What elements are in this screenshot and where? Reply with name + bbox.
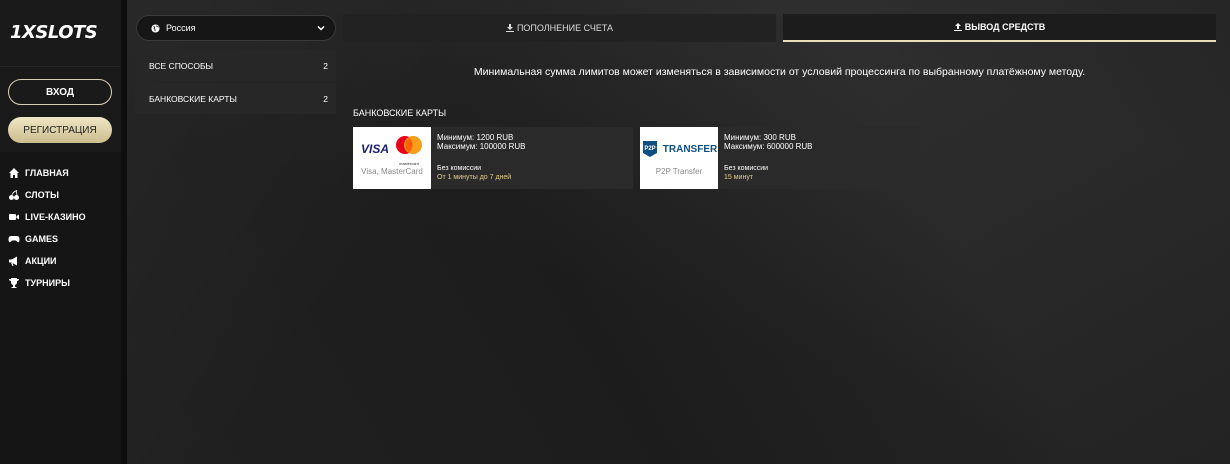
megaphone-icon <box>9 256 17 266</box>
max-amount: Максимум: 100000 RUB <box>437 142 526 151</box>
cherries-icon <box>9 190 19 200</box>
visa-mastercard-logo: VISA mastercard <box>361 131 423 167</box>
nav-item-label: СЛОТЫ <box>25 190 59 200</box>
nav-item-live-casino[interactable]: LIVE-КАЗИНО <box>0 206 121 228</box>
visa-logo: VISA <box>360 142 389 156</box>
trophy-icon <box>9 278 19 288</box>
nav-item-slots[interactable]: СЛОТЫ <box>0 184 121 206</box>
sidebar: 1XSLOTS ВХОД РЕГИСТРАЦИЯ ГЛАВНАЯ СЛОТЫ L… <box>0 0 121 464</box>
mastercard-logo: mastercard <box>395 135 423 166</box>
home-icon <box>9 168 19 178</box>
upload-icon <box>953 23 962 31</box>
card-info: Минимум: 1200 RUB Максимум: 100000 RUB Б… <box>437 133 526 182</box>
card-logo: P2P TRANSFER P2P Transfer <box>640 127 718 189</box>
limits-notice: Минимальная сумма лимитов может изменять… <box>473 66 1086 78</box>
card-logo: VISA mastercard Visa, MasterCard <box>353 127 431 189</box>
nav-item-label: ТУРНИРЫ <box>25 278 70 288</box>
nav-item-promotions[interactable]: АКЦИИ <box>0 250 121 272</box>
tab-withdraw[interactable]: ВЫВОД СРЕДСТВ <box>783 14 1216 42</box>
card-caption: P2P Transfer <box>655 167 703 176</box>
card-caption: Visa, MasterCard <box>361 167 423 176</box>
min-amount: Минимум: 300 RUB <box>724 133 796 142</box>
method-item-all[interactable]: ВСЕ СПОСОБЫ 2 <box>135 50 336 81</box>
section-title: БАНКОВСКИЕ КАРТЫ <box>353 108 447 118</box>
country-select[interactable]: Россия <box>136 15 336 41</box>
nav-item-tournaments[interactable]: ТУРНИРЫ <box>0 272 121 294</box>
p2p-transfer-logo: P2P TRANSFER <box>641 131 717 167</box>
transfer-wordmark: TRANSFER <box>662 143 718 155</box>
card-info: Минимум: 300 RUB Максимум: 600000 RUB Бе… <box>724 133 813 182</box>
nav-item-label: LIVE-КАЗИНО <box>25 212 86 222</box>
fee-text: Без комиссии <box>724 165 769 172</box>
nav-item-label: ГЛАВНАЯ <box>25 168 69 178</box>
method-count: 2 <box>323 60 328 71</box>
globe-icon <box>151 23 160 33</box>
method-label: ВСЕ СПОСОБЫ <box>149 60 214 71</box>
nav-item-label: GAMES <box>25 234 59 244</box>
login-button[interactable]: ВХОД <box>8 79 112 105</box>
nav-item-home[interactable]: ГЛАВНАЯ <box>0 162 121 184</box>
tab-label: ПОПОЛНЕНИЕ СЧЕТА <box>516 23 614 33</box>
processing-time: От 1 минуты до 7 дней <box>437 174 512 181</box>
processing-time: 15 минут <box>724 174 754 181</box>
gamepad-icon <box>8 236 20 243</box>
max-amount: Максимум: 600000 RUB <box>724 142 813 151</box>
brand-logo[interactable]: 1XSLOTS <box>10 22 98 43</box>
method-label: БАНКОВСКИЕ КАРТЫ <box>149 93 237 104</box>
divider <box>0 66 121 67</box>
min-amount: Минимум: 1200 RUB <box>437 133 514 142</box>
payment-method-list: ВСЕ СПОСОБЫ 2 БАНКОВСКИЕ КАРТЫ 2 <box>135 50 336 116</box>
p2p-badge-icon: P2P <box>642 141 657 157</box>
method-count: 2 <box>323 93 328 104</box>
register-button[interactable]: РЕГИСТРАЦИЯ <box>8 117 112 143</box>
sidebar-header: 1XSLOTS ВХОД РЕГИСТРАЦИЯ <box>0 0 121 152</box>
tab-label: ВЫВОД СРЕДСТВ <box>964 22 1046 32</box>
payment-card-visa-mastercard[interactable]: VISA mastercard Visa, MasterCard Минимум… <box>353 127 633 189</box>
country-label: Россия <box>166 23 196 33</box>
main-nav: ГЛАВНАЯ СЛОТЫ LIVE-КАЗИНО GAMES АКЦИИ ТУ… <box>0 162 121 294</box>
payment-card-p2p-transfer[interactable]: P2P TRANSFER P2P Transfer Минимум: 300 R… <box>640 127 920 189</box>
live-camera-icon <box>9 214 19 220</box>
chevron-down-icon <box>317 25 325 31</box>
tab-deposit[interactable]: ПОПОЛНЕНИЕ СЧЕТА <box>343 14 776 42</box>
nav-item-label: АКЦИИ <box>25 256 57 266</box>
nav-item-games[interactable]: GAMES <box>0 228 121 250</box>
mastercard-circles-icon <box>396 136 422 154</box>
fee-text: Без комиссии <box>437 165 482 172</box>
p2p-badge-text: P2P <box>644 146 655 152</box>
download-icon <box>505 24 514 32</box>
method-item-bank-cards[interactable]: БАНКОВСКИЕ КАРТЫ 2 <box>135 83 336 114</box>
mastercard-wordmark: mastercard <box>398 161 419 166</box>
